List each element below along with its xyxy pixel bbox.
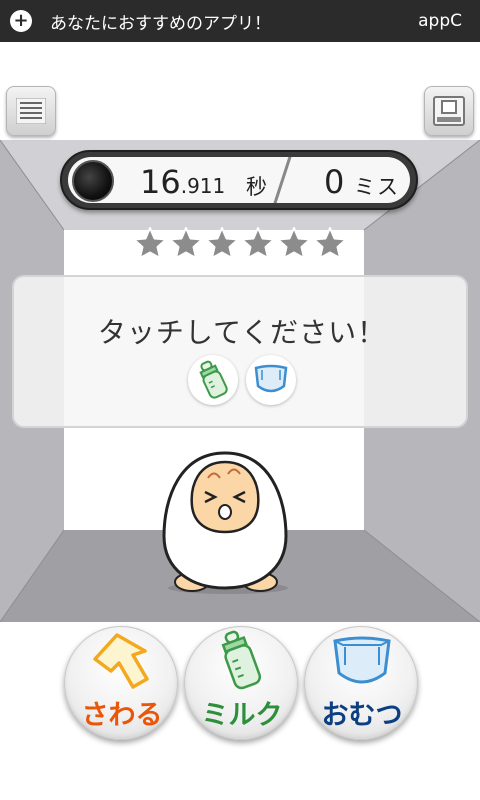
touch-button[interactable]: さわる: [64, 626, 178, 740]
star-rating: [132, 226, 348, 260]
camera-button[interactable]: [424, 86, 474, 136]
camera-icon: [433, 96, 465, 126]
record-indicator-icon: [72, 160, 114, 202]
elapsed-seconds-main: 16: [140, 163, 181, 201]
seconds-unit: 秒: [246, 175, 267, 199]
star-icon: [241, 227, 275, 259]
star-icon: [313, 227, 347, 259]
diaper-icon: [333, 636, 391, 684]
milk-bottle-icon: [221, 630, 262, 690]
ad-brand[interactable]: appC: [418, 11, 462, 31]
ad-text[interactable]: あなたにおすすめのアプリ！: [50, 9, 418, 34]
miss-unit: ミス: [354, 175, 400, 199]
milk-bottle-icon: [188, 355, 238, 405]
ad-banner[interactable]: + あなたにおすすめのアプリ！ appC: [0, 0, 480, 42]
arrow-up-icon: [93, 633, 149, 689]
star-icon: [205, 227, 239, 259]
elapsed-seconds-fraction: .911: [180, 174, 226, 198]
star-icon: [133, 227, 167, 259]
milk-label: ミルク: [201, 700, 283, 731]
milk-button[interactable]: ミルク: [184, 626, 298, 740]
touch-label: さわる: [81, 700, 163, 731]
divider: [270, 157, 293, 203]
menu-button[interactable]: [6, 86, 56, 136]
star-icon: [169, 227, 203, 259]
star-icon: [277, 227, 311, 259]
plus-icon[interactable]: +: [10, 10, 32, 32]
instruction-text: タッチしてください！: [97, 316, 387, 349]
diaper-label: おむつ: [321, 700, 403, 731]
elapsed-seconds: 16.911: [140, 163, 225, 201]
diaper-button[interactable]: おむつ: [304, 626, 418, 740]
instruction-panel: タッチしてください！: [12, 275, 468, 428]
diaper-icon: [246, 355, 296, 405]
timer-display: 16.911 秒 0 ミス: [60, 150, 418, 210]
menu-icon: [16, 98, 46, 124]
miss-count: 0: [324, 163, 345, 201]
baby-character[interactable]: [150, 448, 300, 598]
